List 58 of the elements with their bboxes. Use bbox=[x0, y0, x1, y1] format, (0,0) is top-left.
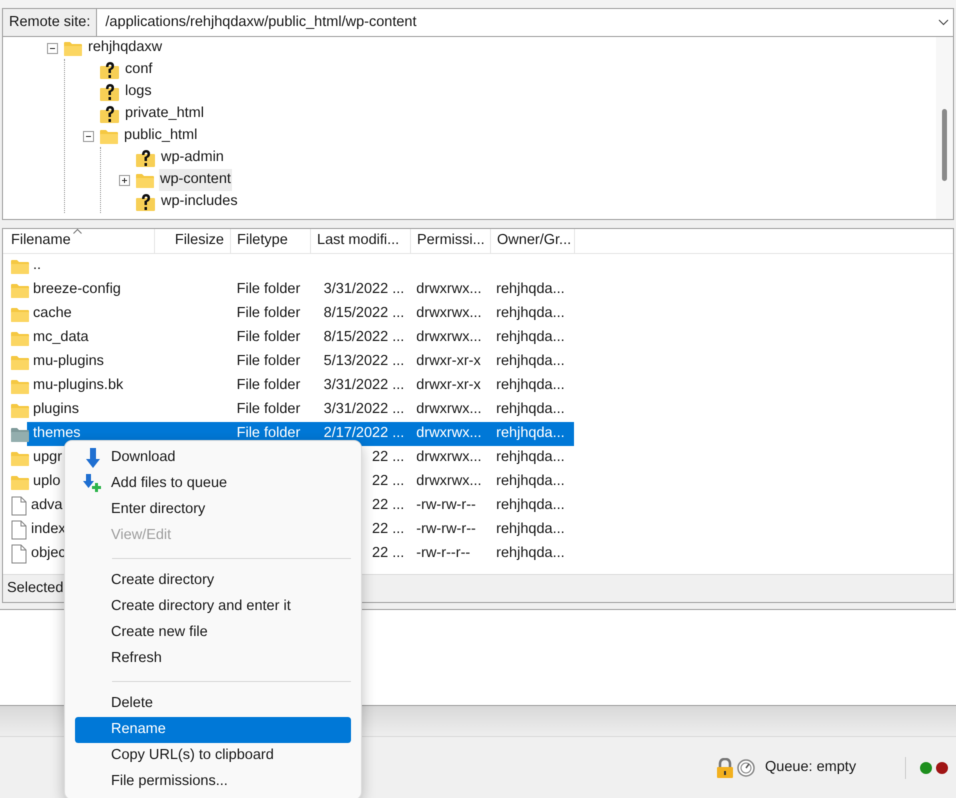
table-cell-text: 22 ... bbox=[372, 472, 404, 492]
table-cell-text: cache bbox=[33, 304, 72, 324]
table-cell-text: .. bbox=[33, 256, 42, 276]
table-cell-text: mu-plugins.bk bbox=[33, 376, 124, 396]
table-cell-text: 2/17/2022 ... bbox=[324, 424, 404, 444]
table-cell-text: File folder bbox=[236, 352, 300, 372]
selection-status: Selected bbox=[7, 578, 64, 598]
table-cell-text: objec bbox=[31, 544, 66, 564]
table-cell-text: drwxrwx... bbox=[416, 400, 482, 420]
table-cell-text: File folder bbox=[236, 376, 300, 396]
table-cell-text: upgr bbox=[33, 448, 62, 468]
table-cell-text: rehjhqda... bbox=[496, 472, 565, 492]
table-cell-text: rehjhqda... bbox=[496, 328, 565, 348]
table-cell-text: File folder bbox=[236, 328, 300, 348]
table-cell-text: File folder bbox=[236, 400, 300, 420]
table-cell-text: rehjhqda... bbox=[496, 424, 565, 444]
table-cell-text: 3/31/2022 ... bbox=[324, 400, 404, 420]
table-cell-text: drwxrwx... bbox=[416, 280, 482, 300]
table-cell-text: rehjhqda... bbox=[496, 280, 565, 300]
table-cell-text: -rw-r--r-- bbox=[416, 544, 470, 564]
table-cell-text: File folder bbox=[236, 424, 300, 444]
table-cell-text: index bbox=[31, 520, 66, 540]
table-cell-text: drwxrwx... bbox=[416, 424, 482, 444]
table-cell-text: rehjhqda... bbox=[496, 448, 565, 468]
table-cell-text: mu-plugins bbox=[33, 352, 104, 372]
table-cell-text: 8/15/2022 ... bbox=[324, 304, 404, 324]
table-cell-text: rehjhqda... bbox=[496, 544, 565, 564]
table-cell-text: File folder bbox=[236, 280, 300, 300]
table-cell-text: 3/31/2022 ... bbox=[324, 376, 404, 396]
table-cell-text: plugins bbox=[33, 400, 79, 420]
table-cell-text: 22 ... bbox=[372, 496, 404, 516]
table-cell-text: adva bbox=[31, 496, 62, 516]
table-cell-text: drwxrwx... bbox=[416, 328, 482, 348]
table-cell-text: rehjhqda... bbox=[496, 496, 565, 516]
table-cell-text: 5/13/2022 ... bbox=[324, 352, 404, 372]
table-cell-text: 22 ... bbox=[372, 544, 404, 564]
table-cell-text: drwxrwx... bbox=[416, 304, 482, 324]
table-cell-text: drwxrwx... bbox=[416, 472, 482, 492]
table-cell-text: rehjhqda... bbox=[496, 376, 565, 396]
table-cell-text: drwxr-xr-x bbox=[416, 352, 481, 372]
table-cell-text: 22 ... bbox=[372, 520, 404, 540]
table-cell-text: breeze-config bbox=[33, 280, 121, 300]
table-cell-text: drwxr-xr-x bbox=[416, 376, 481, 396]
table-cell-text: drwxrwx... bbox=[416, 448, 482, 468]
table-cell-text: rehjhqda... bbox=[496, 520, 565, 540]
table-cell-text: themes bbox=[33, 424, 81, 444]
table-cell-text: rehjhqda... bbox=[496, 400, 565, 420]
table-cell-text: -rw-rw-r-- bbox=[416, 496, 476, 516]
queue-status: Queue: empty bbox=[765, 758, 858, 777]
table-cell-text: 3/31/2022 ... bbox=[324, 280, 404, 300]
table-cell-text: 22 ... bbox=[372, 448, 404, 468]
table-cell-text: uplo bbox=[33, 472, 60, 492]
table-cell-text: File folder bbox=[236, 304, 300, 324]
table-cell-text: 8/15/2022 ... bbox=[324, 328, 404, 348]
table-cell-text: rehjhqda... bbox=[496, 304, 565, 324]
table-cell-text: -rw-rw-r-- bbox=[416, 520, 476, 540]
table-cell-text: mc_data bbox=[33, 328, 89, 348]
table-cell-text: rehjhqda... bbox=[496, 352, 565, 372]
